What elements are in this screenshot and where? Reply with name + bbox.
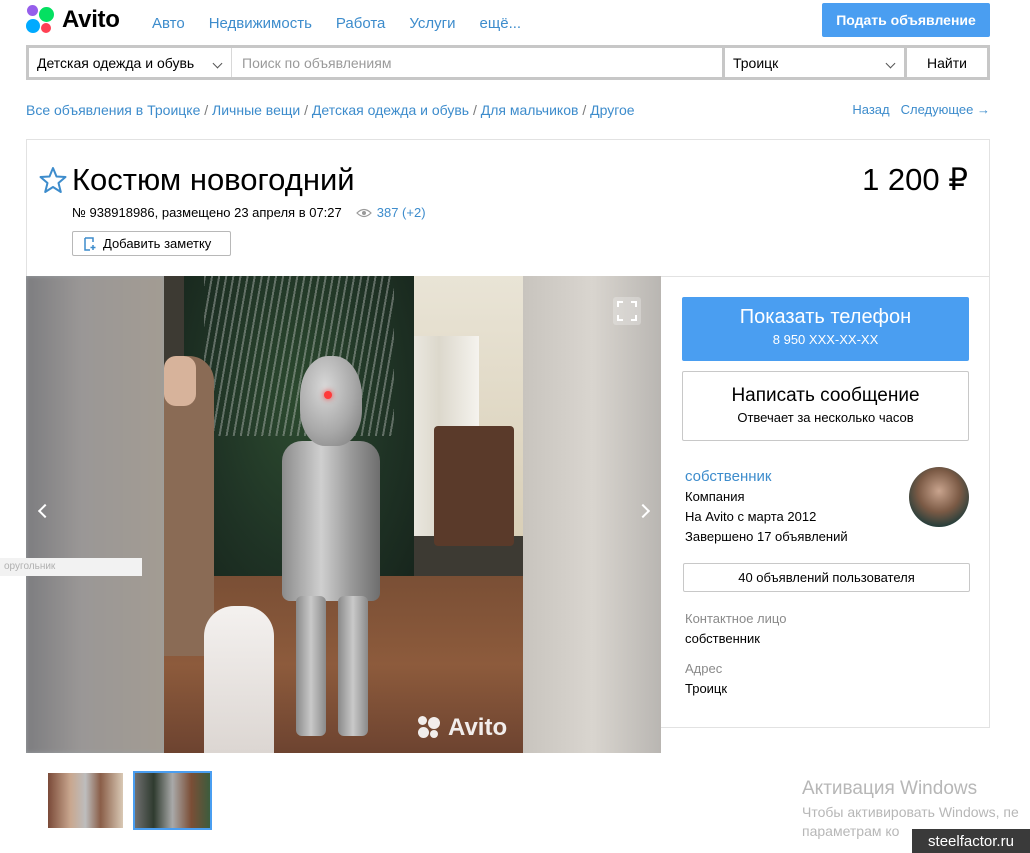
nav-jobs[interactable]: Работа <box>336 15 386 32</box>
site-watermark: steelfactor.ru <box>912 829 1030 853</box>
favorite-star-icon[interactable] <box>39 166 67 194</box>
listing-title: Костюм новогодний <box>72 162 355 197</box>
address-value: Троицк <box>685 681 728 696</box>
breadcrumb-item[interactable]: Для мальчиков <box>481 102 579 118</box>
side-tag: оругольник <box>0 558 142 576</box>
write-message-button[interactable]: Написать сообщение Отвечает за несколько… <box>682 371 969 441</box>
thumbnail-strip <box>48 771 212 830</box>
photo-gallery[interactable]: Avito <box>26 276 661 753</box>
breadcrumb-item[interactable]: Все объявления в Троицке <box>26 102 200 118</box>
eye-icon <box>355 208 372 217</box>
nav-realty[interactable]: Недвижимость <box>209 15 312 32</box>
watermark-logo-icon <box>418 716 442 740</box>
seller-since: На Avito с марта 2012 <box>685 509 817 524</box>
write-message-label: Написать сообщение <box>731 385 920 406</box>
breadcrumb-separator: / <box>204 102 213 118</box>
seller-name-link[interactable]: собственник <box>685 467 848 487</box>
search-input[interactable]: Поиск по объявлениям <box>232 48 722 77</box>
breadcrumb-item[interactable]: Личные вещи <box>212 102 300 118</box>
logo-dots-icon <box>26 5 56 35</box>
contact-person-value: собственник <box>685 631 760 646</box>
contact-person-label: Контактное лицо <box>685 611 787 626</box>
phone-number-masked: 8 950 XXX-XX-XX <box>772 332 879 347</box>
windows-activation-line1: Чтобы активировать Windows, пе <box>802 804 1019 820</box>
search-placeholder: Поиск по объявлениям <box>242 54 392 71</box>
breadcrumb-separator: / <box>582 102 591 118</box>
listing-price: 1 200 ₽ <box>862 162 968 197</box>
add-note-button[interactable]: Добавить заметку <box>72 231 231 256</box>
seller-info: собственник Компания На Avito с марта 20… <box>685 467 848 547</box>
show-phone-button[interactable]: Показать телефон 8 950 XXX-XX-XX <box>682 297 969 361</box>
category-select[interactable]: Детская одежда и обувь <box>29 48 232 77</box>
listing-id-date: № 938918986, размещено 23 апреля в 07:27 <box>72 205 342 220</box>
avatar[interactable] <box>909 467 969 527</box>
user-ads-button[interactable]: 40 объявлений пользователя <box>683 563 970 592</box>
next-link[interactable]: Следующее → <box>901 102 990 117</box>
logo-text: Avito <box>62 6 120 33</box>
watermark-text: Avito <box>448 714 508 741</box>
seller-type: Компания <box>685 489 745 504</box>
breadcrumb-separator: / <box>304 102 312 118</box>
address-label: Адрес <box>685 661 723 676</box>
top-nav: Авто Недвижимость Работа Услуги ещё... <box>152 15 521 32</box>
breadcrumb-item[interactable]: Другое <box>590 102 634 118</box>
main-photo[interactable] <box>164 276 523 753</box>
photo-watermark: Avito <box>418 714 507 742</box>
thumbnail[interactable] <box>48 773 123 828</box>
add-note-label: Добавить заметку <box>103 236 212 251</box>
show-phone-label: Показать телефон <box>739 306 912 328</box>
breadcrumb: Все объявления в Троицке / Личные вещи /… <box>26 102 635 118</box>
fullscreen-icon[interactable] <box>613 297 641 325</box>
contact-details: Контактное лицо собственник Адрес Троицк <box>685 609 786 699</box>
nav-more[interactable]: ещё... <box>480 15 522 32</box>
category-select-value: Детская одежда и обувь <box>37 54 195 71</box>
search-bar: Детская одежда и обувь Поиск по объявлен… <box>26 45 990 80</box>
seller-completed: Завершено 17 объявлений <box>685 529 848 544</box>
post-ad-button[interactable]: Подать объявление <box>822 3 990 37</box>
views-count: 387 (+2) <box>376 205 426 220</box>
nav-auto[interactable]: Авто <box>152 15 185 32</box>
response-time: Отвечает за несколько часов <box>737 410 914 425</box>
breadcrumb-item[interactable]: Детская одежда и обувь <box>312 102 469 118</box>
breadcrumb-separator: / <box>472 102 481 118</box>
city-select-value: Троицк <box>733 54 779 71</box>
windows-activation-title: Активация Windows <box>802 778 978 799</box>
nav-services[interactable]: Услуги <box>409 15 455 32</box>
note-icon <box>84 236 96 251</box>
pager: Назад Следующее → <box>852 102 990 117</box>
views-counter[interactable]: 387 (+2) <box>355 205 426 220</box>
avito-logo[interactable]: Avito <box>26 5 120 35</box>
listing-meta: № 938918986, размещено 23 апреля в 07:27… <box>72 205 426 220</box>
back-link[interactable]: Назад <box>852 102 889 117</box>
city-select[interactable]: Троицк <box>722 48 904 77</box>
chevron-down-icon <box>885 58 896 69</box>
chevron-down-icon <box>212 58 223 69</box>
find-button[interactable]: Найти <box>904 48 987 77</box>
thumbnail-active[interactable] <box>133 771 212 830</box>
